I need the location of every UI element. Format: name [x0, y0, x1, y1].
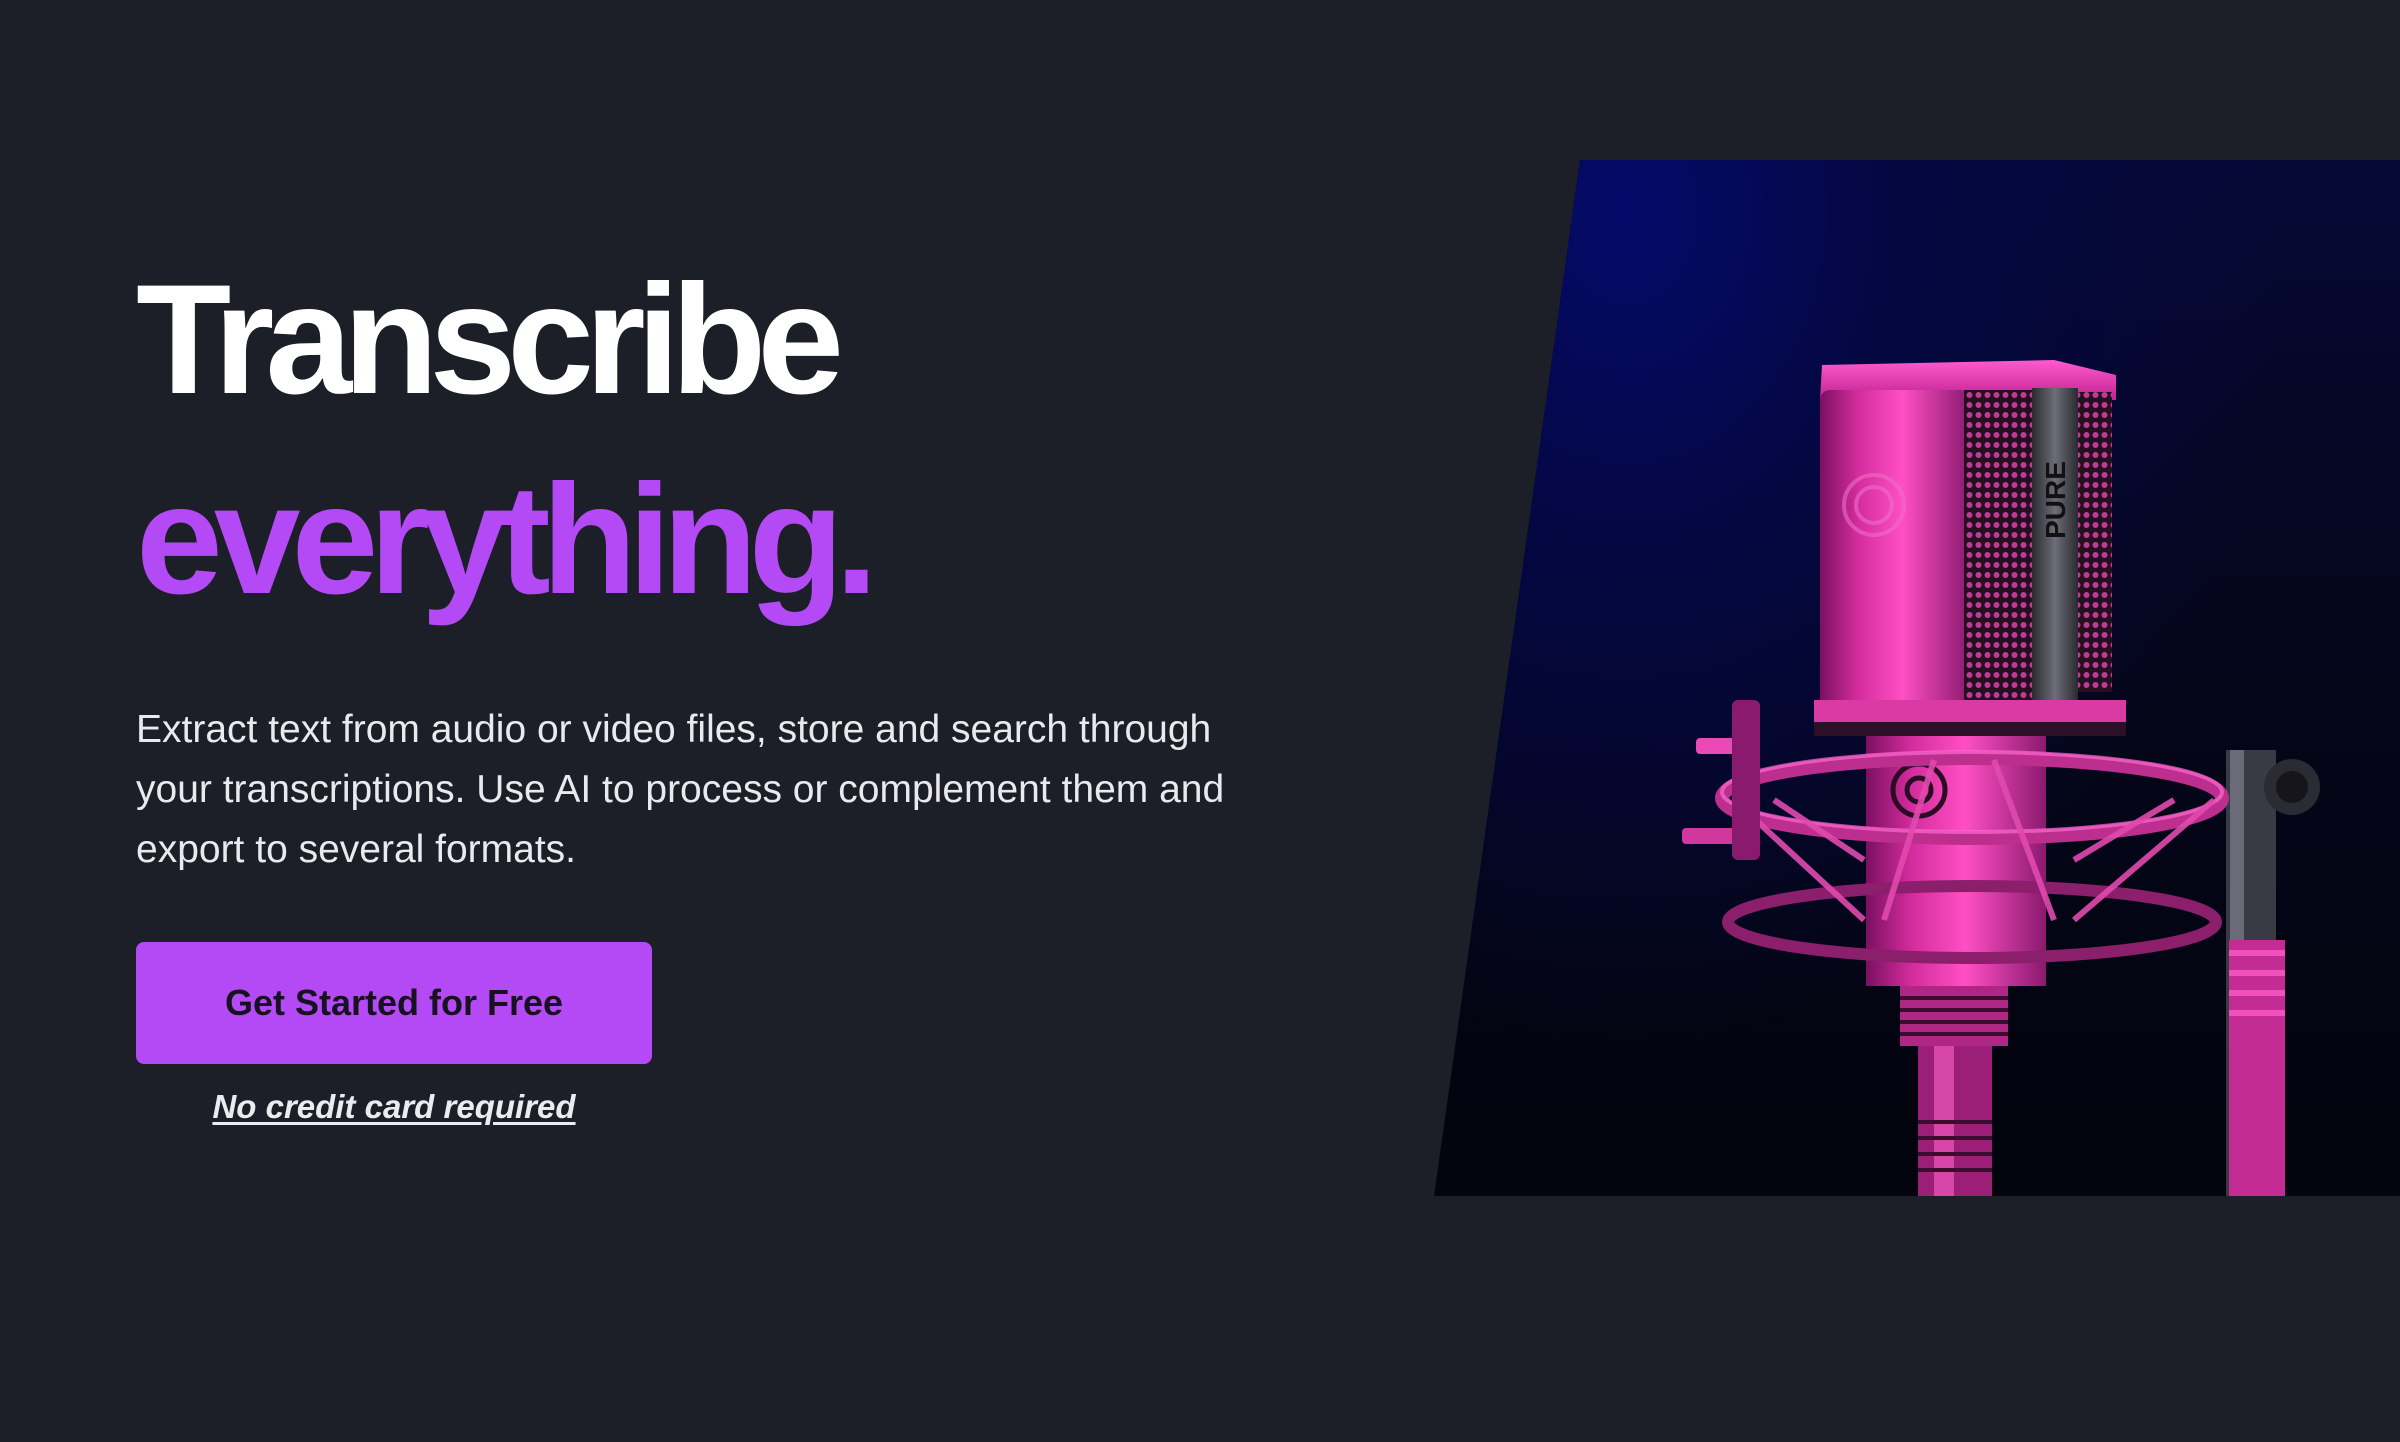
cta-group: Get Started for Free No credit card requ… [136, 942, 652, 1126]
no-credit-card-link[interactable]: No credit card required [212, 1088, 575, 1126]
headline-line-2: everything. [136, 453, 878, 627]
hero-subtitle: Extract text from audio or video files, … [136, 708, 1225, 871]
hero-headline: Transcribe everything. [136, 240, 1336, 640]
mic-label: PURE [2040, 461, 2071, 539]
hero-content: Transcribe everything. Extract text from… [136, 240, 1336, 1126]
headline-line-1: Transcribe [136, 253, 844, 427]
get-started-button[interactable]: Get Started for Free [136, 942, 652, 1064]
microphone-photo: PURE [1434, 160, 2400, 1196]
mic-capsule [1820, 390, 1970, 710]
